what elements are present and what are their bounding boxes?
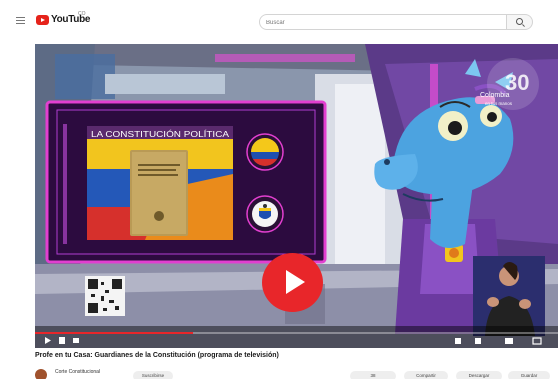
- hamburger-menu-icon[interactable]: [16, 17, 25, 24]
- theater-icon[interactable]: [505, 338, 513, 344]
- settings-icon[interactable]: [455, 338, 461, 344]
- youtube-watch-page: YouTube CO Buscar LA CONSTITUCIÓN POLÍTI…: [0, 0, 558, 379]
- channel-avatar[interactable]: [35, 369, 47, 379]
- video-title: Profe en tu Casa: Guardianes de la Const…: [35, 352, 279, 359]
- save-label: Guardar: [520, 373, 538, 378]
- search-box: [259, 14, 507, 30]
- play-icon: [286, 270, 305, 294]
- next-icon[interactable]: [59, 337, 65, 344]
- like-count: 38: [370, 373, 376, 378]
- subscribe-label: Suscribirse: [141, 373, 165, 378]
- search-input[interactable]: [266, 17, 496, 28]
- search-button[interactable]: [507, 14, 533, 30]
- share-label: Compartir: [416, 373, 436, 378]
- download-button[interactable]: Descargar: [456, 371, 502, 379]
- play-button[interactable]: [262, 253, 323, 312]
- share-button[interactable]: Compartir: [404, 371, 448, 379]
- corner-logo-label: Colombia: [480, 92, 510, 99]
- volume-icon[interactable]: [73, 338, 79, 343]
- corner-logo-sublabel: en tus manos: [485, 101, 513, 106]
- search-icon: [516, 18, 523, 25]
- save-button[interactable]: Guardar: [508, 371, 550, 379]
- top-bar: YouTube CO: [0, 0, 558, 42]
- like-button[interactable]: 38: [350, 371, 396, 379]
- channel-name[interactable]: Corte Constitucional: [55, 369, 100, 375]
- subscribe-button[interactable]: Suscribirse: [133, 371, 173, 379]
- miniplayer-icon[interactable]: [475, 338, 481, 344]
- region-label: CO: [78, 11, 86, 17]
- overlay-heading: LA CONSTITUCIÓN POLÍTICA: [91, 129, 229, 139]
- youtube-logo-icon[interactable]: [36, 15, 49, 25]
- download-label: Descargar: [468, 373, 490, 378]
